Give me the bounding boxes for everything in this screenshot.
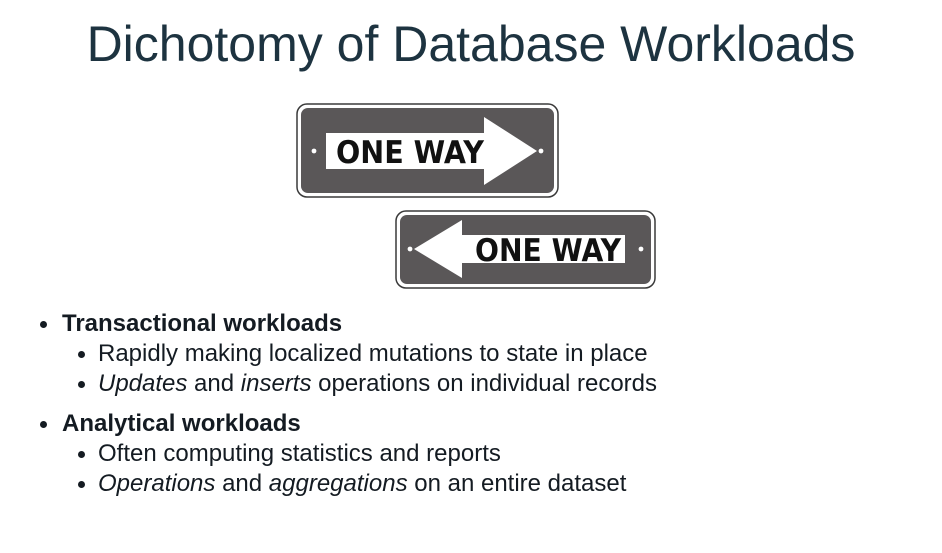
sign-text-right: ONE WAY [336, 135, 485, 171]
text-and: and [215, 470, 269, 497]
text-tail: operations on individual records [311, 370, 658, 397]
text-and: and [187, 370, 241, 397]
bullet-analytical-heading: Analytical workloads [38, 409, 918, 439]
bullet-transactional-item-2: Updates and inserts operations on indivi… [38, 369, 918, 399]
emphasis-inserts: inserts [240, 370, 312, 397]
emphasis-operations: Operations [98, 470, 216, 497]
bullet-transactional-item-1: Rapidly making localized mutations to st… [38, 339, 918, 369]
emphasis-updates: Updates [98, 370, 188, 397]
one-way-sign-right: ONE WAY [296, 103, 560, 199]
one-way-sign-left: ONE WAY [395, 210, 657, 290]
bullet-list: Transactional workloads Rapidly making l… [38, 309, 918, 499]
slide-title: Dichotomy of Database Workloads [86, 16, 856, 72]
emphasis-aggregations: aggregations [268, 470, 408, 497]
sign-text-left: ONE WAY [475, 233, 621, 269]
bullet-analytical-item-1: Often computing statistics and reports [38, 439, 918, 469]
bullet-analytical-item-2: Operations and aggregations on an entire… [38, 469, 918, 499]
text-tail: on an entire dataset [407, 470, 627, 497]
bullet-transactional-heading: Transactional workloads [38, 309, 918, 339]
